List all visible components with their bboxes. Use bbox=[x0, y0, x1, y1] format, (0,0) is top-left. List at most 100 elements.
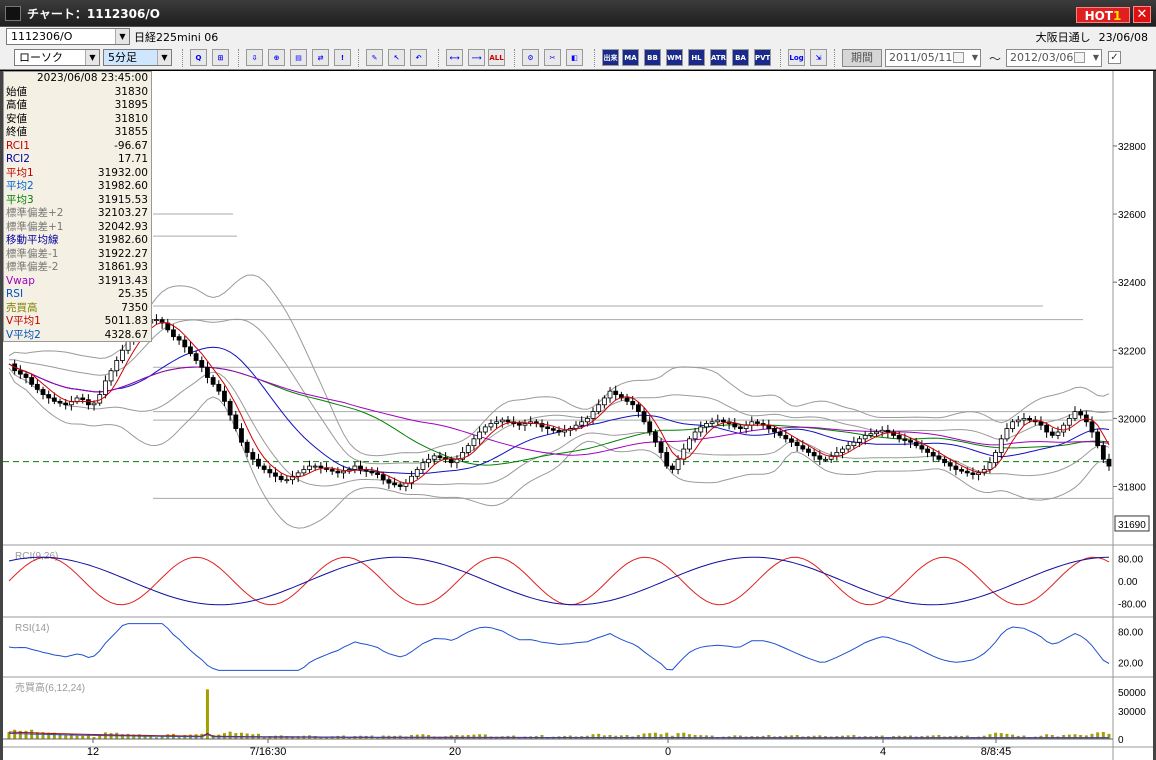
info-value: 25.35 bbox=[117, 288, 148, 300]
info-row: 標準偏差-2 31861.93 bbox=[4, 261, 151, 275]
end-date-field[interactable]: 2012/03/06 ▼ bbox=[1006, 49, 1102, 67]
volume-button[interactable]: 出来 bbox=[602, 49, 619, 66]
volume-bar bbox=[699, 735, 703, 739]
candle bbox=[284, 479, 290, 482]
candle bbox=[1010, 421, 1016, 430]
expand-icon[interactable]: ⟷ bbox=[446, 49, 463, 66]
candle bbox=[953, 465, 959, 470]
settings-icon[interactable]: ⚙ bbox=[522, 49, 539, 66]
candle bbox=[380, 474, 386, 481]
candle bbox=[369, 470, 375, 474]
period-button[interactable]: 期間 bbox=[842, 49, 882, 67]
chart-svg[interactable]: 32800 32600 32400 32200 32000 31800 31690 RCI(9… bbox=[3, 71, 1153, 760]
bb-button[interactable]: BB bbox=[644, 49, 661, 66]
candle bbox=[1004, 428, 1010, 440]
download-icon[interactable]: ⇩ bbox=[246, 49, 263, 66]
range-checkbox[interactable]: ✓ bbox=[1108, 51, 1121, 64]
candle bbox=[471, 438, 477, 447]
info-row: 始値 31830 bbox=[4, 86, 151, 100]
candle bbox=[358, 465, 363, 470]
chart-icon[interactable]: ▤ bbox=[290, 49, 307, 66]
interval-select[interactable]: 5分足 ▼ bbox=[103, 49, 172, 66]
candle bbox=[91, 402, 97, 406]
candle bbox=[925, 448, 930, 453]
pvt-button[interactable]: PVT bbox=[754, 49, 771, 66]
rsi-tick-label: 80.00 bbox=[1118, 627, 1143, 638]
candle bbox=[1066, 417, 1072, 426]
log-button[interactable]: Log bbox=[788, 49, 805, 66]
chevron-down-icon[interactable]: ▼ bbox=[85, 50, 99, 65]
info-row: 移動平均線 31982.60 bbox=[4, 234, 151, 248]
candle bbox=[556, 429, 562, 433]
info-value: 31913.43 bbox=[97, 274, 148, 287]
toolbar-separator bbox=[834, 49, 836, 67]
compare-icon[interactable]: ⇄ bbox=[312, 49, 329, 66]
info-row: RSI 25.35 bbox=[4, 288, 151, 302]
chart-type-select[interactable]: ローソク ▼ bbox=[14, 49, 100, 66]
tool-icon[interactable]: ✂ bbox=[544, 49, 561, 66]
close-icon[interactable]: ✕ bbox=[1133, 6, 1151, 23]
y-tick-label: 32600 bbox=[1118, 210, 1146, 221]
candle bbox=[930, 452, 936, 457]
candle bbox=[182, 339, 188, 348]
undo-icon[interactable]: ↶ bbox=[410, 49, 427, 66]
candle bbox=[964, 470, 970, 474]
session-label: 大阪日通し bbox=[1035, 31, 1091, 44]
candle bbox=[749, 421, 755, 426]
cursor-icon[interactable]: ↖ bbox=[388, 49, 405, 66]
symbol-row: 1112306/O ▼ 日経225mini 06 大阪日通し 23/06/08 bbox=[0, 27, 1156, 46]
calendar-icon[interactable] bbox=[1074, 52, 1085, 63]
candle bbox=[1044, 424, 1050, 433]
atr-button[interactable]: ATR bbox=[710, 49, 727, 66]
calendar-icon[interactable] bbox=[953, 52, 964, 63]
shrink-icon[interactable]: ⟶ bbox=[468, 49, 485, 66]
pencil-icon[interactable]: ✎ bbox=[366, 49, 383, 66]
candle bbox=[1078, 411, 1084, 416]
chevron-down-icon[interactable]: ▼ bbox=[972, 50, 978, 66]
grid-icon[interactable]: ⊞ bbox=[212, 49, 229, 66]
candle bbox=[607, 390, 613, 399]
chevron-down-icon[interactable]: ▼ bbox=[115, 29, 129, 44]
color-icon[interactable]: ◧ bbox=[566, 49, 583, 66]
candle bbox=[414, 469, 420, 477]
zoom-icon[interactable]: ⊕ bbox=[268, 49, 285, 66]
info-key: 終値 bbox=[6, 126, 27, 138]
candle bbox=[993, 452, 998, 464]
candle bbox=[635, 404, 641, 412]
chevron-down-icon[interactable]: ▼ bbox=[1093, 50, 1099, 66]
candle bbox=[698, 426, 704, 433]
candle bbox=[437, 455, 443, 458]
chevron-down-icon[interactable]: ▼ bbox=[157, 50, 171, 65]
candle bbox=[579, 421, 585, 426]
symbol-code-combo[interactable]: 1112306/O ▼ bbox=[6, 28, 130, 45]
candle bbox=[233, 414, 239, 430]
alert-icon[interactable]: ! bbox=[334, 49, 351, 66]
hl-button[interactable]: HL bbox=[688, 49, 705, 66]
export-icon[interactable]: ⇲ bbox=[810, 49, 827, 66]
candle bbox=[426, 458, 431, 464]
chart-area[interactable]: 32800 32600 32400 32200 32000 31800 31690 RCI(9… bbox=[0, 71, 1156, 760]
rsi-tick-label: 20.00 bbox=[1118, 659, 1143, 670]
all-button[interactable]: ALL bbox=[488, 49, 505, 66]
info-row: 安値 31810 bbox=[4, 113, 151, 127]
candle bbox=[687, 438, 692, 450]
start-date-field[interactable]: 2011/05/11 ▼ bbox=[885, 49, 981, 67]
ma-button[interactable]: MA bbox=[622, 49, 639, 66]
x-tick-label: 0 bbox=[665, 746, 671, 758]
candle bbox=[205, 366, 210, 378]
search-icon[interactable]: Q bbox=[190, 49, 207, 66]
ba-button[interactable]: BA bbox=[732, 49, 749, 66]
candle bbox=[715, 419, 721, 423]
info-value: 31830 bbox=[114, 85, 148, 98]
candle bbox=[239, 428, 244, 443]
info-datetime: 2023/06/08 23:45:00 bbox=[36, 72, 148, 84]
candle bbox=[772, 428, 777, 433]
info-value: -96.67 bbox=[114, 139, 148, 152]
hot-button[interactable]: HOT1 bbox=[1076, 7, 1130, 23]
info-value: 32103.27 bbox=[97, 207, 148, 219]
wma-button[interactable]: WMA bbox=[666, 49, 683, 66]
info-row: 平均2 31982.60 bbox=[4, 180, 151, 194]
bollinger-lower bbox=[8, 371, 1110, 529]
rci-label: RCI(9,26) bbox=[15, 551, 58, 562]
x-tick-label: 4 bbox=[880, 746, 886, 758]
